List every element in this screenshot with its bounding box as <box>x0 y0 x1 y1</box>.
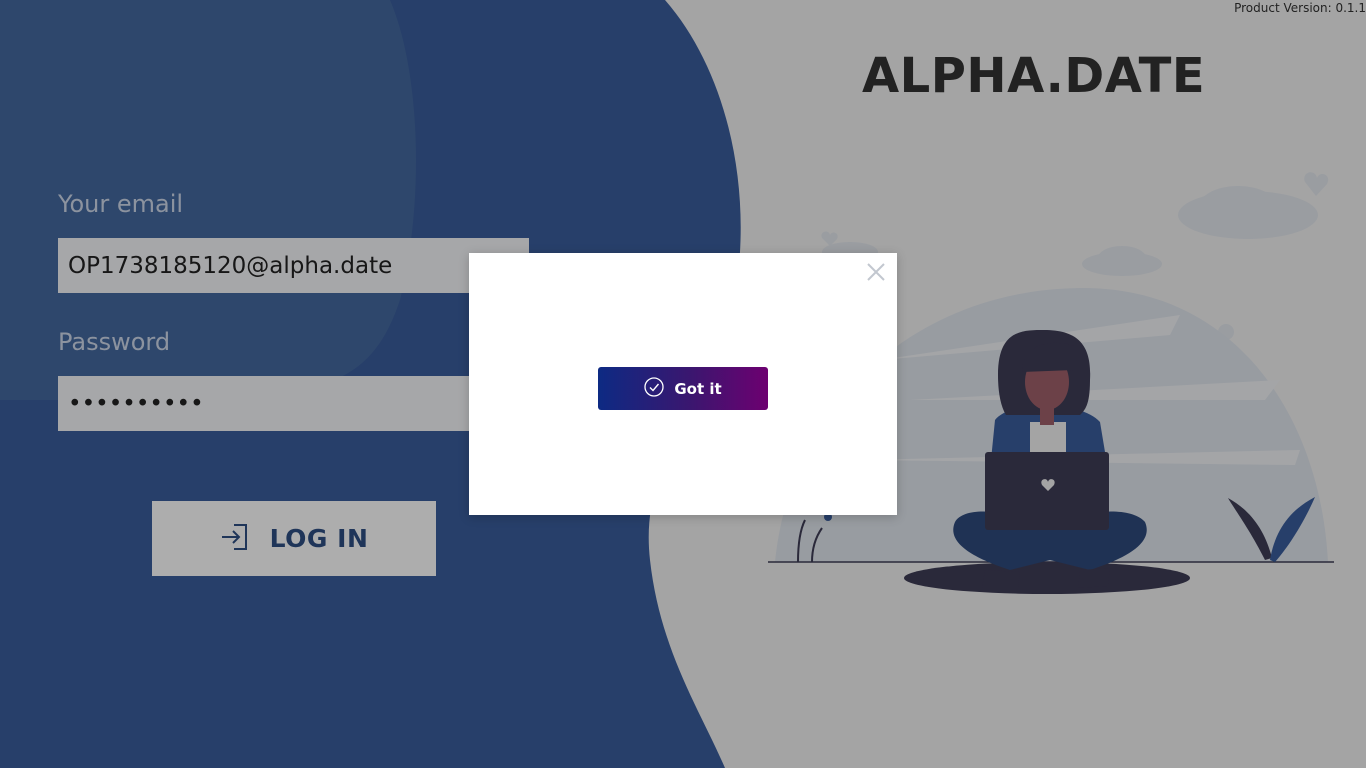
got-it-label: Got it <box>674 379 722 398</box>
close-icon[interactable] <box>865 261 887 283</box>
check-circle-icon <box>644 377 664 400</box>
info-modal: Got it <box>469 253 897 515</box>
login-page: Product Version: 0.1.1 ALPHA.DATE Your e… <box>0 0 1366 768</box>
got-it-button[interactable]: Got it <box>598 367 768 410</box>
